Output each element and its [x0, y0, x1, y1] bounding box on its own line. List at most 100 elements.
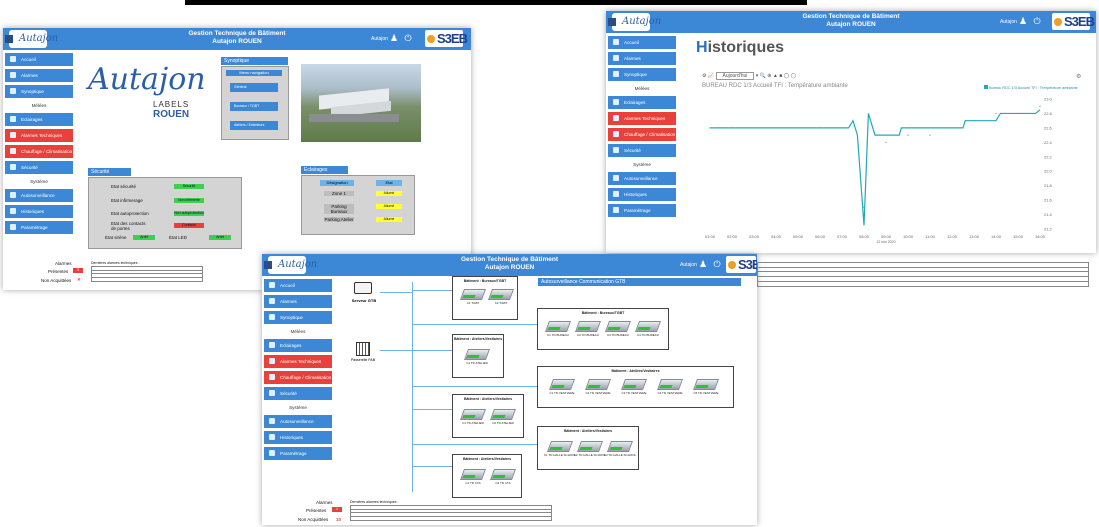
user-icon[interactable]: ♟	[1018, 16, 1028, 27]
sidebar-item[interactable]: Chauffage / Climatisation	[264, 371, 332, 384]
sidebar-item[interactable]: Système	[5, 177, 73, 186]
device-icon[interactable]: C2 TD VESTIAIRE	[584, 377, 612, 399]
sidebar-item[interactable]: Eclairages	[5, 113, 73, 126]
power-icon[interactable]: ⏻	[712, 259, 722, 270]
menu-nav-item[interactable]: Ateliers / Extérieurs	[230, 121, 278, 130]
status-badge: Non infirmerie	[174, 198, 204, 203]
data-point[interactable]	[973, 120, 975, 122]
eclairage-state[interactable]: Allumé	[376, 217, 402, 222]
menu-nav-item[interactable]: Bureaux / TGBT	[230, 102, 278, 111]
data-point[interactable]	[819, 127, 821, 129]
sidebar-item[interactable]: Alarmes	[264, 295, 332, 308]
sidebar-item[interactable]: Synoptique	[264, 311, 332, 324]
sidebar-item[interactable]: Alarmes Techniques	[264, 355, 332, 368]
data-point[interactable]	[709, 127, 711, 129]
device-icon[interactable]: C3 TD VESTIAIRE	[620, 377, 648, 399]
power-icon[interactable]: ⏻	[1032, 16, 1042, 27]
device-icon[interactable]: C3 TD BUREAU	[604, 319, 632, 341]
device-icon[interactable]: C4 TD BUREAU	[634, 319, 662, 341]
device-icon[interactable]: C1 TD ATELIER	[463, 347, 491, 369]
sidebar-item[interactable]: Paramétrage	[608, 204, 676, 217]
alarm-count[interactable]: 3	[73, 268, 83, 273]
device-icon[interactable]: C1 TD VESTIAIRE	[548, 377, 576, 399]
unack-x-icon[interactable]: ✕	[77, 277, 81, 283]
menu-nav-item[interactable]: Général	[230, 83, 278, 92]
device-icon[interactable]: C2 TD ATELIER	[489, 407, 517, 429]
synoptique-panel: Menu navigation Général Bureaux / TGBT A…	[221, 66, 289, 140]
data-point[interactable]	[1017, 112, 1019, 115]
sidebar-item[interactable]: Autosurveillance	[608, 172, 676, 185]
sidebar-item[interactable]: Autosurveillance	[264, 415, 332, 428]
sidebar-item[interactable]: Alarmes Techniques	[608, 112, 676, 125]
alarm-row[interactable]	[350, 517, 552, 521]
sidebar-item[interactable]: Synoptique	[608, 68, 676, 81]
sidebar-item[interactable]: Autosurveillance	[5, 189, 73, 202]
data-point[interactable]	[753, 127, 755, 129]
sidebar-item[interactable]: Synoptique	[5, 85, 73, 98]
device-icon[interactable]: C1 TGBT	[459, 287, 487, 309]
passerelle-pab[interactable]: Passerelle PAB	[348, 340, 378, 370]
device-icon[interactable]: C2 TGBT	[487, 287, 515, 309]
eclairage-state[interactable]: Allumé	[376, 191, 402, 196]
power-icon[interactable]: ⏻	[403, 33, 413, 44]
device-icon[interactable]: C1 TD ATELIER	[459, 407, 487, 429]
chart-toolbar[interactable]: ⚙ 📈 Aujourd'hui ▾ 🔍 ⊕ ▲ ■ ◯ ◯	[702, 72, 796, 80]
history-chart[interactable]: 01:00 02:00 03:00 04:00 05:00 06:00 07:00 08:00…	[702, 93, 1052, 244]
sidebar-item[interactable]: Historiques	[264, 431, 332, 444]
sidebar-item[interactable]: Sécurité	[608, 144, 676, 157]
sidebar-item[interactable]: Mélées	[5, 101, 73, 110]
device-icon[interactable]: C3 TD HALLE SCHOOL	[604, 439, 636, 461]
data-point[interactable]	[951, 127, 953, 129]
series-select[interactable]: Aujourd'hui	[715, 72, 755, 80]
device-icon[interactable]: C4 TD VESTIAIRE	[656, 377, 684, 399]
sidebar-item[interactable]: Accueil	[608, 36, 676, 49]
data-point[interactable]	[731, 127, 733, 129]
data-point[interactable]	[885, 141, 887, 143]
data-point[interactable]	[863, 206, 865, 208]
sidebar-item[interactable]: Chauffage / Climatisation	[608, 128, 676, 141]
sidebar-item[interactable]: Système	[264, 403, 332, 412]
series-line[interactable]	[710, 109, 1041, 226]
sidebar-item[interactable]: Eclairages	[608, 96, 676, 109]
device-icon[interactable]: C2 TD BUREAU	[574, 319, 602, 341]
user-icon[interactable]: ♟	[389, 33, 399, 44]
unack-count[interactable]: 10	[336, 517, 341, 522]
eclairage-state[interactable]: Allumé	[376, 204, 402, 209]
sidebar-item[interactable]: Sécurité	[264, 387, 332, 400]
sidebar-item[interactable]: Alarmes	[5, 69, 73, 82]
data-point[interactable]	[995, 112, 997, 115]
alarm-count[interactable]: 1	[332, 507, 342, 512]
data-point[interactable]	[907, 134, 909, 136]
sidebar-item[interactable]: Paramétrage	[5, 221, 73, 234]
sidebar-item[interactable]: Historiques	[5, 205, 73, 218]
sidebar-item[interactable]: Sécurité	[5, 161, 73, 174]
sidebar-item[interactable]: Mélées	[264, 327, 332, 336]
user-icon[interactable]: ♟	[698, 259, 708, 270]
data-point[interactable]	[1039, 105, 1041, 107]
sidebar-item[interactable]: Chauffage / Climatisation	[5, 145, 73, 158]
sidebar-item[interactable]: Paramétrage	[264, 447, 332, 460]
sidebar-item[interactable]: Accueil	[5, 53, 73, 66]
sidebar-item[interactable]: Historiques	[608, 188, 676, 201]
chart-settings-icon[interactable]: ⚙	[1076, 73, 1081, 80]
device-icon[interactable]: C5 TD VESTIAIRE	[692, 377, 720, 399]
alarm-row[interactable]	[91, 278, 203, 282]
sidebar-item[interactable]: Accueil	[264, 279, 332, 292]
sidebar-item[interactable]: Alarmes Techniques	[5, 129, 73, 142]
data-point[interactable]	[841, 127, 843, 129]
device-icon[interactable]: C1 TD HALLE SCHOOL	[544, 439, 576, 461]
sidebar-item[interactable]: Eclairages	[264, 339, 332, 352]
device-icon[interactable]: C2 TD CTA	[489, 467, 517, 489]
sidebar-item[interactable]: Système	[608, 160, 676, 169]
device-icon[interactable]: C2 TD HALLE SCHOOL	[574, 439, 606, 461]
device-icon[interactable]: C1 TD BUREAU	[544, 319, 572, 341]
sidebar-item[interactable]: Mélées	[608, 84, 676, 93]
data-point[interactable]	[797, 127, 799, 129]
sidebar-item[interactable]: Alarmes	[608, 52, 676, 65]
data-point[interactable]	[775, 127, 777, 129]
group-box: Bâtiment : Ateliers/Vestiaires C1 TD ATE…	[452, 334, 504, 378]
device-icon[interactable]: C1 TD CTA	[459, 467, 487, 489]
data-point[interactable]	[929, 134, 931, 136]
server-gtb[interactable]: Serveur GTB	[348, 280, 378, 310]
x-axis-label: 12 juin 2020	[876, 240, 895, 243]
